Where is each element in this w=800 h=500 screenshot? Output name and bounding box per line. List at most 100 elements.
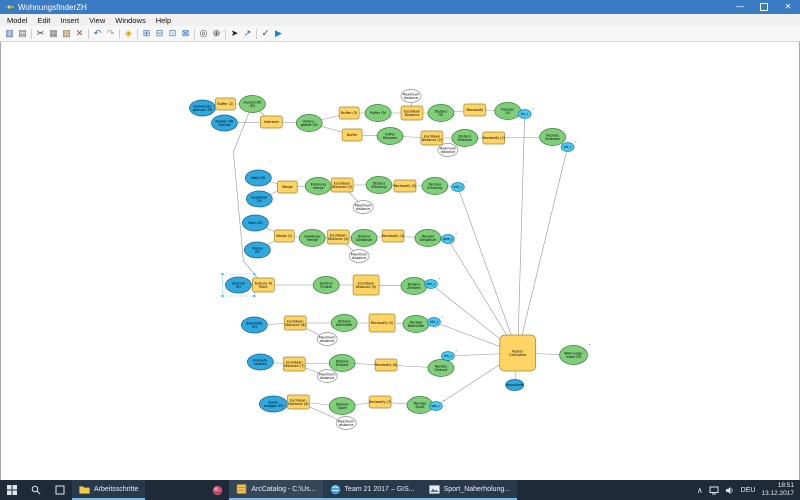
model-node-t10[interactable]: EuclideanDistance (3) xyxy=(331,178,353,192)
model-node-w4[interactable]: Maximumdistance xyxy=(349,250,369,263)
menu-windows[interactable]: Windows xyxy=(110,14,150,26)
cut-icon[interactable]: ✂ xyxy=(34,27,47,40)
model-node-w3[interactable]: Maximumdistance xyxy=(353,201,373,214)
model-node-w6[interactable]: Maximumdistance xyxy=(317,370,337,383)
model-node-t8[interactable]: Reclassify (2) xyxy=(482,132,505,144)
redo-icon[interactable]: ↷ xyxy=(104,27,117,40)
menu-help[interactable]: Help xyxy=(151,14,176,26)
connect-icon[interactable]: ↗ xyxy=(241,27,254,40)
delete-icon[interactable]: ✕ xyxy=(73,27,86,40)
model-node-b6[interactable]: FlüsseZH xyxy=(244,242,270,258)
model-node-w5[interactable]: Maximumdistance xyxy=(317,333,337,346)
model-node-c4[interactable]: gew_r* xyxy=(441,231,457,243)
model-node-b9[interactable]: Einkaufs-zentren xyxy=(247,354,273,370)
model-node-b5[interactable]: Seen ZH xyxy=(242,215,268,231)
pan-icon[interactable]: ⊕ xyxy=(210,27,223,40)
taskbar-search-button[interactable] xyxy=(24,480,48,500)
zoom-icon[interactable]: ◎ xyxy=(197,27,210,40)
model-node-g16[interactable]: DistanzZentren xyxy=(401,278,427,295)
model-node-g18[interactable]: ReclassBahnhöfe xyxy=(403,316,429,333)
save-icon[interactable]: ▥ xyxy=(3,27,16,40)
model-node-t6[interactable]: EuclideanDistance (2) xyxy=(421,131,443,145)
model-node-b2[interactable]: Kanton ZHGrenze xyxy=(211,115,237,131)
model-node-t22[interactable]: Reclassify (7) xyxy=(369,396,392,408)
model-node-c3[interactable]: erh_r* xyxy=(451,179,467,191)
model-node-c1[interactable]: öv_r* xyxy=(518,106,534,118)
model-node-t7[interactable]: Reclassify xyxy=(464,104,486,116)
model-node-g15[interactable]: ZentrenPunkte xyxy=(313,277,339,294)
undo-icon[interactable]: ↶ xyxy=(91,27,104,40)
copy-icon[interactable]: ▦ xyxy=(47,27,60,40)
model-node-t9[interactable]: Merge xyxy=(277,181,297,193)
network-icon[interactable] xyxy=(709,486,719,495)
model-node-b10[interactable]: Sport-anlagen ZH xyxy=(259,396,287,412)
model-node-t13[interactable]: EuclideanDistance (4) xyxy=(327,230,349,244)
taskbar-app-arccatalog[interactable]: ArcCatalog - C:\Us... xyxy=(229,480,322,500)
minimize-button[interactable]: — xyxy=(728,0,752,14)
model-node-t3[interactable]: Buffer (3) xyxy=(339,107,359,119)
model-node-g4[interactable]: DistanzÖV xyxy=(428,105,454,122)
model-node-g1[interactable]: AusschnittZH xyxy=(239,96,265,113)
task-view-button[interactable] xyxy=(48,480,72,500)
model-node-b4[interactable]: GewässerZH xyxy=(246,191,272,207)
model-node-t11[interactable]: Reclassify (3) xyxy=(394,180,417,192)
model-node-c5[interactable]: zen_r* xyxy=(424,276,440,288)
select-icon[interactable]: ➤ xyxy=(228,27,241,40)
menu-view[interactable]: View xyxy=(84,14,110,26)
taskbar-app-image-viewer[interactable]: Sport_Naherholung... xyxy=(422,480,518,500)
paste-icon[interactable]: ▧ xyxy=(60,27,73,40)
model-node-b3[interactable]: Wald ZH xyxy=(245,170,271,186)
model-node-g10[interactable]: DistanzErholung xyxy=(366,177,392,194)
go-to-percent-icon[interactable]: ⊠ xyxy=(179,27,192,40)
keyboard-language[interactable]: DEU xyxy=(741,487,756,494)
model-node-b7[interactable]: ZentrenZH xyxy=(221,273,255,297)
model-node-w1[interactable]: Maximumdistance xyxy=(401,90,421,103)
model-node-g7[interactable]: DistanzStrassen xyxy=(452,130,478,147)
model-node-t5[interactable]: EuclideanDistance xyxy=(401,106,423,120)
modelbuilder-diagram[interactable]: Gemeinde-grenzen ZHKanton ZHGrenze Wald Z… xyxy=(1,42,799,485)
volume-icon[interactable] xyxy=(725,486,735,495)
model-node-t4[interactable]: Buffer xyxy=(342,129,362,141)
model-node-g9[interactable]: Erholungmerge xyxy=(305,178,331,195)
run-icon[interactable]: ▶ xyxy=(272,27,285,40)
maximize-button[interactable] xyxy=(752,0,776,14)
model-node-t19[interactable]: EuclideanDistance (7) xyxy=(283,357,305,371)
menu-edit[interactable]: Edit xyxy=(32,14,55,26)
model-node-c8[interactable]: spo_r* xyxy=(429,398,445,410)
model-node-g14[interactable]: ReclassGewässer xyxy=(415,230,441,247)
start-button[interactable] xyxy=(0,480,24,500)
model-node-gfinal[interactable]: Wohnungs-index ZH* xyxy=(560,342,591,364)
model-node-t17[interactable]: EuclideanDistance (6) xyxy=(284,316,306,330)
model-node-t15[interactable]: Feature ToPoint xyxy=(252,278,274,292)
model-node-c7[interactable]: ein_r* xyxy=(441,348,457,360)
model-node-g13[interactable]: DistanzGewässer xyxy=(351,230,377,247)
taskbar-app-arbeitsschritte[interactable]: Arbeitsschritte xyxy=(72,480,145,500)
auto-layout-icon[interactable]: ◈ xyxy=(122,27,135,40)
full-extent-icon[interactable]: ⊞ xyxy=(140,27,153,40)
model-node-b8[interactable]: BahnhöfeZH xyxy=(241,317,267,333)
taskbar-clock[interactable]: 18:51 13.12.2017 xyxy=(761,482,794,498)
model-node-b1[interactable]: Gemeinde-grenzen ZH xyxy=(190,100,216,116)
model-node-g19[interactable]: DistanzEinkauf xyxy=(329,355,355,372)
model-node-g6[interactable]: PufferStrassen xyxy=(377,128,403,145)
model-node-g8[interactable]: ReclassStrassen xyxy=(540,129,566,146)
model-node-g22[interactable]: ReclassSport xyxy=(407,397,433,414)
taskbar-app-internet-explorer[interactable]: Team 21 2017 – GIS... xyxy=(323,480,422,500)
model-node-g2[interactable]: Unters.-gebiet ZH xyxy=(296,115,322,132)
validate-icon[interactable]: ✓ xyxy=(259,27,272,40)
model-node-t21[interactable]: EuclideanDistance (8) xyxy=(287,395,309,409)
model-node-t12[interactable]: Merge (2) xyxy=(274,230,294,242)
model-node-g11[interactable]: ReclassErholung xyxy=(422,178,448,195)
model-node-t16[interactable]: EuclideanDistance (5) xyxy=(353,275,379,295)
fixed-zoom-out-icon[interactable]: ⊡ xyxy=(166,27,179,40)
model-node-g12[interactable]: Gewässermerge xyxy=(299,230,325,247)
model-node-t2[interactable]: Intersect xyxy=(260,116,282,128)
model-node-t14[interactable]: Reclassify (4) xyxy=(382,230,405,242)
menu-insert[interactable]: Insert xyxy=(55,14,84,26)
model-node-w7[interactable]: Maximumdistance xyxy=(336,417,356,430)
model-node-g20[interactable]: ReclassEinkauf xyxy=(428,360,454,377)
close-button[interactable]: ✕ xyxy=(776,0,800,14)
model-canvas-area[interactable]: Gemeinde-grenzen ZHKanton ZHGrenze Wald Z… xyxy=(0,42,800,485)
fixed-zoom-in-icon[interactable]: ⊟ xyxy=(153,27,166,40)
print-icon[interactable]: ▤ xyxy=(16,27,29,40)
